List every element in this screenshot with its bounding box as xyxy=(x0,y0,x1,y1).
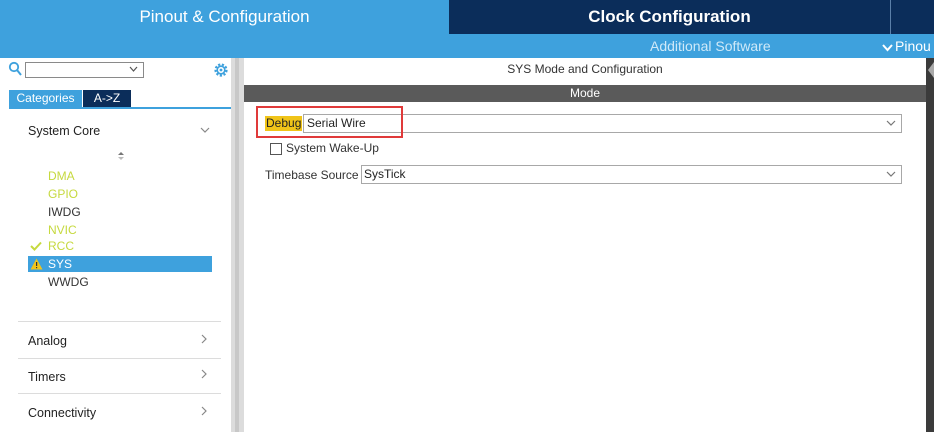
collapse-arrow-icon[interactable] xyxy=(928,62,934,78)
divider xyxy=(18,393,221,394)
tab-overflow[interactable] xyxy=(891,0,934,34)
divider xyxy=(18,321,221,322)
chevron-down-icon[interactable] xyxy=(886,120,896,127)
a-z-tab[interactable]: A->Z xyxy=(83,90,131,107)
pinout-view-label: Pinou xyxy=(895,38,931,54)
panel-title: SYS Mode and Configuration xyxy=(507,62,663,76)
peripheral-nvic[interactable]: NVIC xyxy=(48,223,77,237)
timebase-source-label: Timebase Source xyxy=(265,168,359,182)
sort-icon[interactable] xyxy=(117,151,125,161)
gear-icon[interactable] xyxy=(212,61,230,79)
chevron-right-icon[interactable] xyxy=(201,369,208,379)
system-wake-up-label: System Wake-Up xyxy=(286,141,379,155)
search-input[interactable] xyxy=(25,62,144,78)
search-icon[interactable] xyxy=(8,61,22,77)
chevron-down-icon xyxy=(882,44,893,52)
tab-label: Clock Configuration xyxy=(588,7,751,26)
peripheral-iwdg[interactable]: IWDG xyxy=(48,205,81,219)
categories-tab[interactable]: Categories xyxy=(9,90,82,107)
divider xyxy=(18,358,221,359)
tab-pinout-configuration[interactable]: Pinout & Configuration xyxy=(0,0,449,34)
peripheral-wwdg[interactable]: WWDG xyxy=(48,275,89,289)
sub-toolbar xyxy=(0,34,934,58)
timebase-source-select[interactable]: SysTick xyxy=(361,165,902,184)
system-wake-up-checkbox[interactable] xyxy=(270,143,282,155)
additional-software-link[interactable]: Additional Software xyxy=(650,38,771,54)
peripheral-sys[interactable]: SYS xyxy=(48,257,72,271)
peripheral-dma[interactable]: DMA xyxy=(48,169,75,183)
chevron-down-icon[interactable] xyxy=(200,127,210,134)
warning-icon xyxy=(30,258,43,270)
category-system-core[interactable]: System Core xyxy=(28,124,100,138)
chevron-right-icon[interactable] xyxy=(201,406,208,416)
pinout-view-menu[interactable]: Pinou xyxy=(882,38,931,54)
peripheral-rcc[interactable]: RCC xyxy=(48,239,74,253)
chevron-right-icon[interactable] xyxy=(201,334,208,344)
peripheral-gpio[interactable]: GPIO xyxy=(48,187,78,201)
category-timers[interactable]: Timers xyxy=(28,370,66,384)
mode-section-header[interactable]: Mode xyxy=(244,85,926,102)
tab-label: Pinout & Configuration xyxy=(139,7,310,26)
category-analog[interactable]: Analog xyxy=(28,334,67,348)
splitter-handle[interactable] xyxy=(235,58,239,432)
chevron-down-icon[interactable] xyxy=(886,171,896,178)
tab-underline xyxy=(9,107,231,109)
vertical-scrollbar[interactable] xyxy=(926,58,934,432)
highlight-annotation-box xyxy=(256,106,403,138)
tab-clock-configuration[interactable]: Clock Configuration xyxy=(449,0,890,34)
category-connectivity[interactable]: Connectivity xyxy=(28,406,96,420)
chevron-down-icon[interactable] xyxy=(129,66,138,73)
checkmark-icon xyxy=(30,241,42,251)
